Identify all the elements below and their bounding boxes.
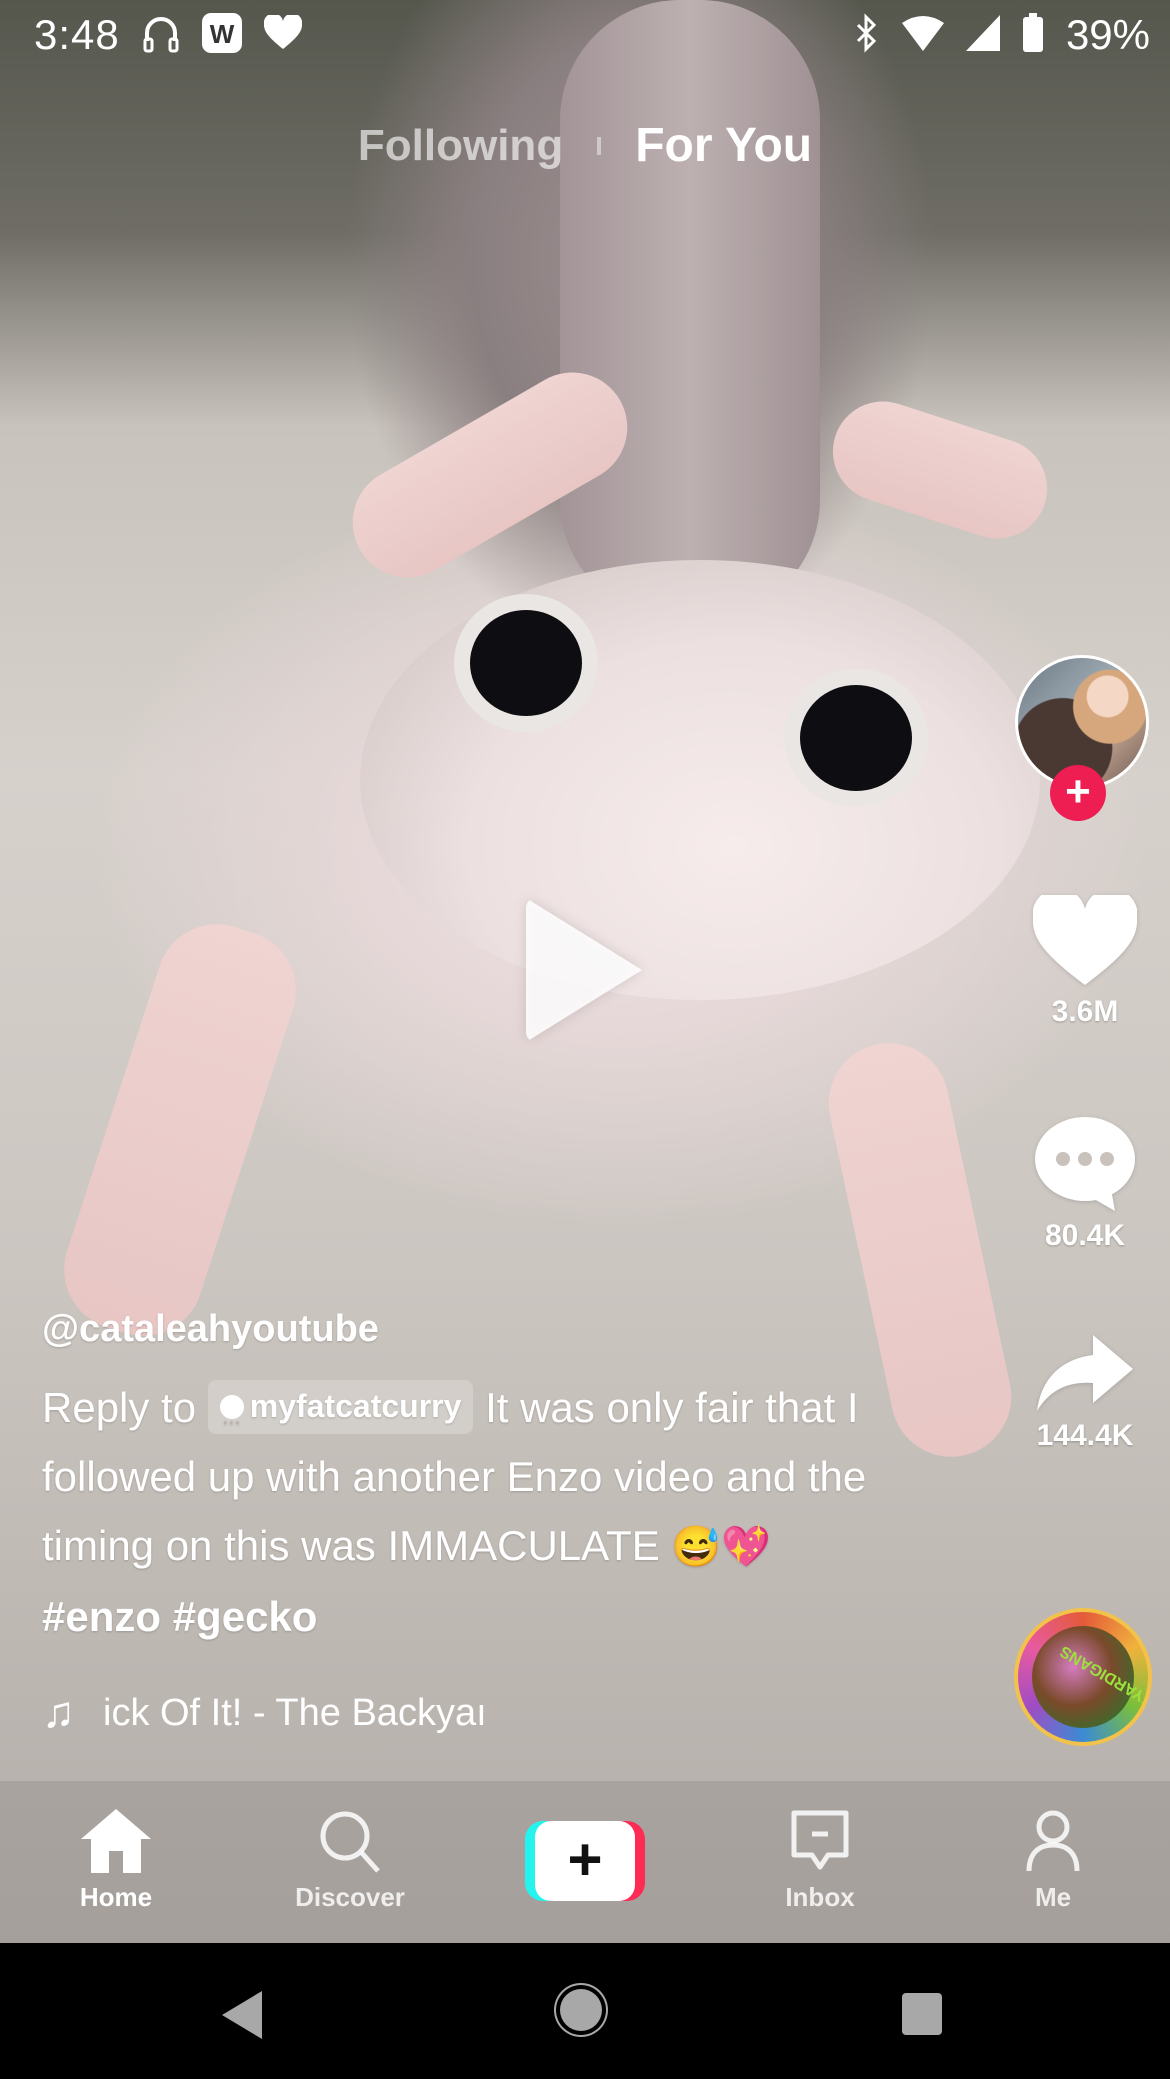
nav-label: Inbox (785, 1882, 855, 1912)
nav-home[interactable]: Home (46, 1809, 186, 1913)
heart-icon (263, 12, 302, 56)
nav-label: Home (79, 1882, 153, 1912)
play-icon[interactable] (526, 898, 642, 1042)
hashtag[interactable]: #gecko (173, 1593, 318, 1640)
bluetooth-icon (854, 12, 880, 58)
status-bar: 3:48 W 39% (0, 0, 1170, 70)
reply-prefix: Reply to (42, 1384, 197, 1431)
post-description[interactable]: Reply to myfatcatcurry It was only fair … (42, 1373, 872, 1651)
search-icon (320, 1811, 380, 1873)
nav-discover[interactable]: Discover (280, 1809, 420, 1913)
music-disc[interactable]: The BACKYARDIGANS (1014, 1608, 1152, 1746)
nav-label: Me (1034, 1882, 1072, 1912)
profile-icon (1026, 1810, 1080, 1872)
like-count: 3.6M (1051, 995, 1119, 1028)
nav-label: Discover (295, 1882, 405, 1912)
comment-bubble-icon (219, 1389, 244, 1458)
battery-percent: 39% (1065, 11, 1150, 58)
comment-count: 80.4K (1044, 1219, 1126, 1252)
like-button[interactable]: 3.6M (1000, 895, 1170, 1029)
w-app-icon: W (201, 12, 242, 58)
video-frame-gecko-eye (800, 685, 912, 791)
svg-text:W: W (209, 19, 234, 49)
tab-following[interactable]: Following (358, 121, 563, 171)
system-navigation-bar (0, 1943, 1170, 2079)
video-frame-gecko-head (360, 560, 1040, 1000)
nav-inbox[interactable]: Inbox (750, 1809, 890, 1913)
bottom-nav: Home Discover + Inbox Me (0, 1780, 1170, 1944)
nav-me[interactable]: Me (983, 1809, 1123, 1913)
comment-icon (1035, 1117, 1135, 1211)
status-time: 3:48 (34, 11, 120, 58)
share-count: 144.4K (1036, 1419, 1134, 1452)
creator-username[interactable]: @cataleahyoutube (42, 1308, 872, 1351)
music-info[interactable]: ♫ ick Of It! - The Backyaı (42, 1688, 487, 1738)
share-button[interactable]: 144.4K (1000, 1335, 1170, 1453)
video-frame-gecko-eye (470, 610, 582, 716)
video-frame-gecko-leg (48, 908, 312, 1352)
inbox-icon (791, 1810, 849, 1870)
tab-divider (597, 136, 602, 155)
reply-comment-chip[interactable]: myfatcatcurry (207, 1379, 474, 1458)
music-title: ick Of It! - The Backyaı (103, 1691, 487, 1734)
home-icon (81, 1809, 151, 1873)
recents-icon[interactable] (902, 1993, 942, 2035)
wifi-icon (901, 15, 944, 56)
signal-icon (965, 14, 1000, 56)
comment-button[interactable]: 80.4K (1000, 1115, 1170, 1253)
post-caption: @cataleahyoutube Reply to myfatcatcurry … (42, 1308, 872, 1651)
tab-for-you[interactable]: For You (635, 118, 812, 173)
battery-icon (1022, 12, 1044, 58)
feed-tabs: Following For You (0, 118, 1170, 173)
headphones-icon (142, 13, 180, 58)
music-note-icon: ♫ (42, 1688, 75, 1737)
video-frame-gecko-leg (819, 388, 1061, 552)
follow-button[interactable]: + (1050, 765, 1106, 821)
heart-icon (1033, 895, 1137, 985)
video-frame-gecko-body (560, 0, 820, 620)
share-icon (1037, 1335, 1133, 1411)
back-icon[interactable] (222, 1991, 262, 2039)
create-button[interactable]: + (525, 1821, 645, 1901)
hashtag[interactable]: #enzo (42, 1593, 161, 1640)
description-emojis: 😅💖 (671, 1525, 771, 1569)
home-circle-icon[interactable] (560, 1989, 602, 2031)
description-text-start: It was only (485, 1384, 684, 1431)
create-icon: + (535, 1821, 635, 1901)
reply-username: myfatcatcurry (249, 1388, 462, 1425)
